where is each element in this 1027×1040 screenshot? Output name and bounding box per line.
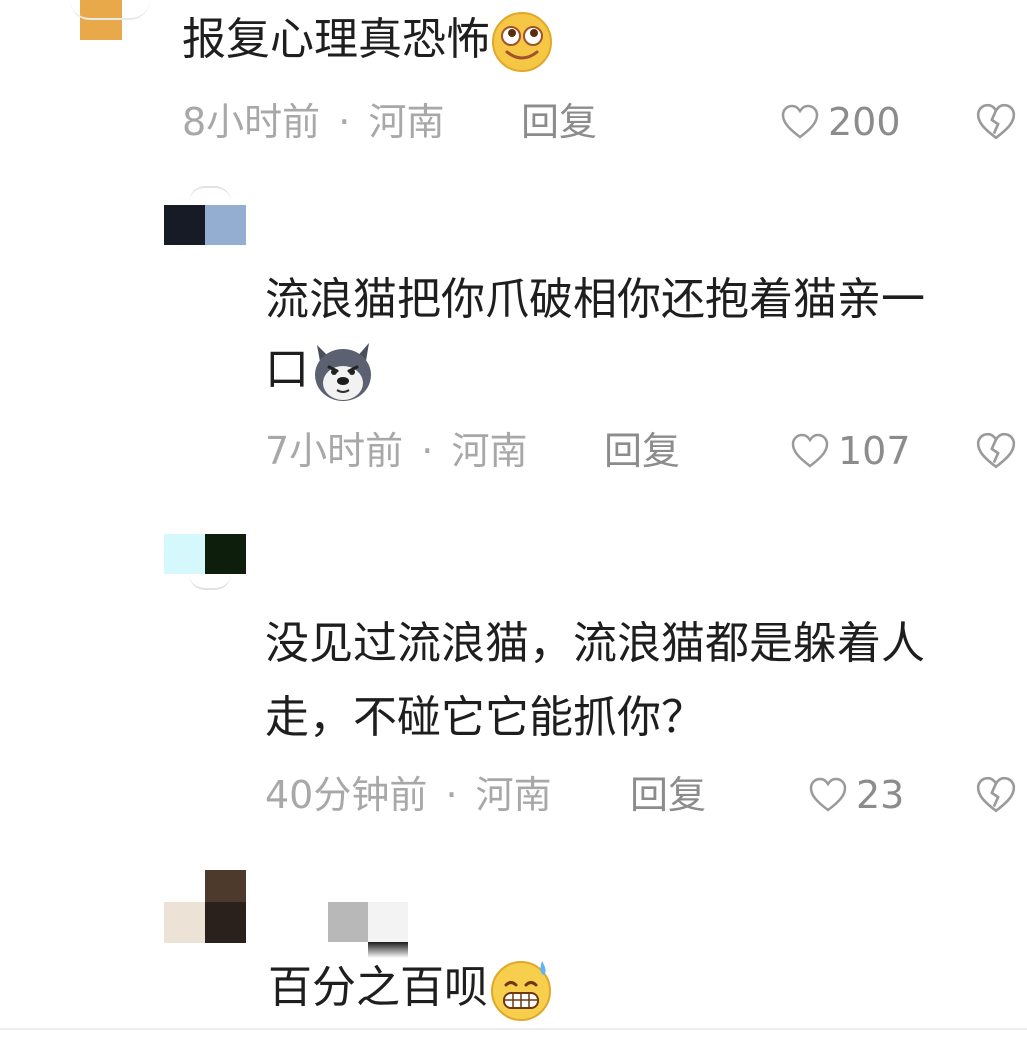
avatar[interactable]: [164, 534, 246, 592]
broken-heart-icon[interactable]: [975, 430, 1017, 472]
avatar[interactable]: [164, 862, 246, 944]
avatar-block-light: [205, 205, 246, 245]
avatar-block: [205, 902, 246, 943]
comment-text-line1: 没见过流浪猫，流浪猫都是躲着人: [265, 618, 925, 669]
avatar[interactable]: [164, 186, 246, 246]
like-count: 200: [828, 100, 901, 144]
reply-button[interactable]: 回复: [604, 426, 680, 476]
like-count: 107: [838, 429, 911, 473]
broken-heart-icon[interactable]: [975, 101, 1017, 143]
comment-time: 8小时前: [182, 100, 321, 144]
avatar-block: [205, 870, 246, 902]
rolling-eyes-smile-emoji: [492, 12, 552, 72]
comment-location: 河南: [475, 773, 552, 817]
comment-text-line2: 口: [265, 332, 377, 408]
comment-time: 40分钟前: [265, 773, 428, 817]
comment-time: 7小时前: [265, 429, 404, 473]
comment-text-line1: 流浪猫把你爪破相你还抱着猫亲一: [265, 274, 925, 325]
reply-button[interactable]: 回复: [630, 770, 706, 820]
comment-text-line2: 走，不碰它它能抓你？: [265, 692, 705, 743]
avatar-edge: [189, 574, 231, 590]
comment-meta: 8小时前 · 河南: [182, 97, 444, 147]
meta-separator: ·: [338, 100, 351, 144]
broken-heart-icon[interactable]: [975, 774, 1017, 816]
avatar-block: [164, 902, 205, 943]
heart-outline-icon: [809, 777, 847, 812]
avatar-block-dark: [164, 205, 205, 245]
avatar-block-dark: [205, 534, 246, 574]
redact-block: [368, 902, 408, 942]
like-button[interactable]: 23: [808, 770, 904, 820]
comment-text-content: 百分之百呗: [268, 962, 488, 1013]
comment-location: 河南: [451, 429, 528, 473]
heart-outline-icon: [791, 433, 829, 468]
comment-text-content: 报复心理真恐怖: [182, 14, 490, 65]
husky-dog-emoji: [315, 343, 371, 401]
like-button[interactable]: 200: [780, 97, 901, 147]
meta-separator: ·: [421, 429, 434, 473]
comment-meta: 7小时前 · 河南: [265, 426, 527, 476]
avatar-edge: [189, 186, 231, 202]
like-count: 23: [856, 773, 905, 817]
comment-text-content: 口: [265, 344, 309, 395]
reply-button[interactable]: 回复: [521, 97, 597, 147]
redact-block: [328, 902, 368, 942]
meta-separator: ·: [445, 773, 458, 817]
comment-text: 报复心理真恐怖: [182, 2, 554, 78]
bottom-divider: [0, 1028, 1027, 1030]
like-button[interactable]: 107: [790, 426, 911, 476]
avatar-edge: [70, 0, 150, 20]
comment-meta: 40分钟前 · 河南: [265, 770, 552, 820]
heart-outline-icon: [781, 104, 819, 139]
avatar-block-light: [164, 534, 205, 574]
comment-text: 百分之百呗: [268, 950, 554, 1026]
sweat-grin-emoji: [491, 961, 551, 1021]
comment-location: 河南: [368, 100, 445, 144]
